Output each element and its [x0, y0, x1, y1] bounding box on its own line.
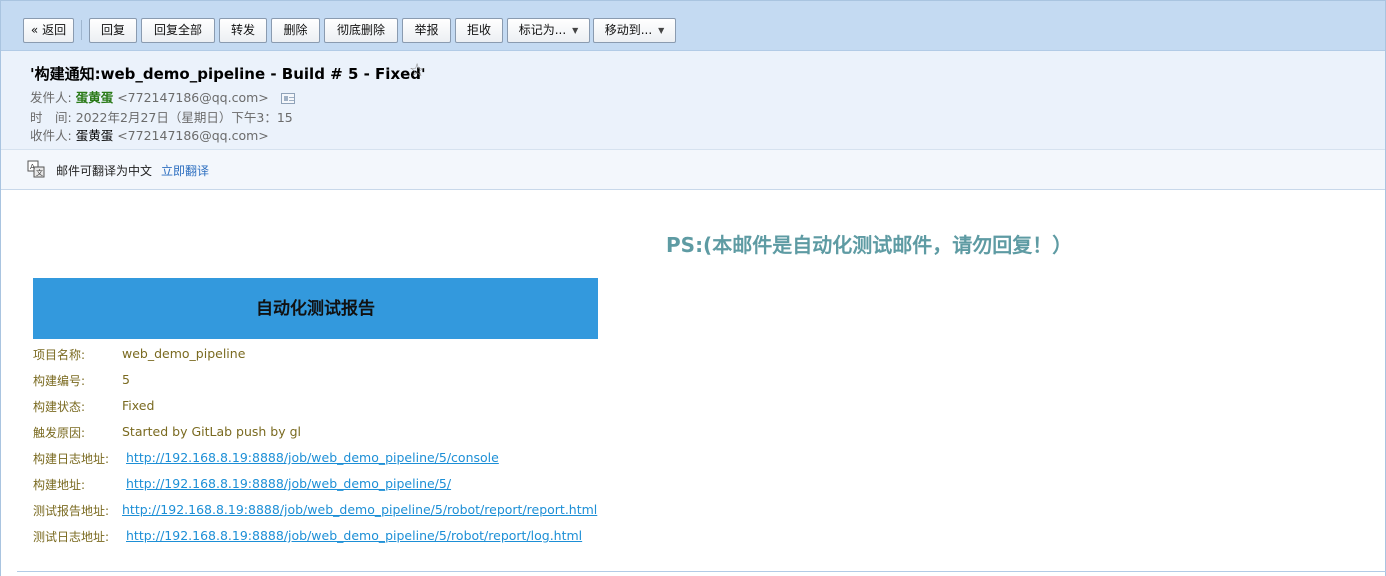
row-key: 测试日志地址:: [33, 530, 110, 544]
mail-subject: '构建通知:web_demo_pipeline - Build # 5 - Fi…: [30, 65, 426, 83]
row-key: 测试报告地址:: [33, 504, 110, 518]
row-value: Started by GitLab push by gl: [122, 424, 302, 439]
sender-label: 发件人:: [30, 90, 72, 105]
svg-text:A: A: [30, 163, 35, 171]
report-title: 自动化测试报告: [33, 278, 598, 339]
translate-hint: 邮件可翻译为中文: [56, 164, 153, 178]
toolbar: « 返回 回复 回复全部 转发 删除 彻底删除 举报 拒收 标记为... ▼ 移动…: [1, 1, 1385, 51]
row-value: Fixed: [122, 398, 155, 413]
ps-notice: PS:(本邮件是自动化测试邮件，请勿回复！）: [666, 233, 1073, 257]
build-url-link[interactable]: http://192.168.8.19:8888/job/web_demo_pi…: [126, 476, 451, 491]
time-value: 2022年2月27日（星期日）下午3：15: [75, 110, 293, 125]
mark-as-dropdown[interactable]: 标记为... ▼: [507, 18, 590, 43]
move-to-label: 移动到...: [604, 23, 653, 37]
reject-button[interactable]: 拒收: [455, 18, 503, 43]
chevron-down-icon: ▼: [572, 26, 579, 35]
test-report-link[interactable]: http://192.168.8.19:8888/job/web_demo_pi…: [122, 502, 597, 517]
row-key: 构建状态:: [33, 400, 86, 414]
mark-as-label: 标记为...: [518, 23, 567, 37]
translate-bar: A 文 邮件可翻译为中文 立即翻译: [1, 149, 1385, 190]
row-key: 构建编号:: [33, 374, 86, 388]
sender-row: 发件人: 蛋黄蛋 <772147186@qq.com>: [30, 87, 295, 106]
row-key: 构建地址:: [33, 478, 86, 492]
time-row: 时 间: 2022年2月27日（星期日）下午3：15: [30, 107, 293, 126]
translate-now-link[interactable]: 立即翻译: [161, 162, 209, 179]
divider: [17, 571, 1386, 572]
reply-all-button[interactable]: 回复全部: [141, 18, 215, 43]
recipient-name[interactable]: 蛋黄蛋: [76, 128, 114, 143]
recipient-address: <772147186@qq.com>: [117, 128, 269, 143]
row-value: 5: [122, 372, 130, 387]
star-icon[interactable]: ☆: [409, 60, 425, 81]
build-log-link[interactable]: http://192.168.8.19:8888/job/web_demo_pi…: [126, 450, 499, 465]
row-key: 触发原因:: [33, 426, 86, 440]
chevron-down-icon: ▼: [658, 26, 665, 35]
forward-button[interactable]: 转发: [219, 18, 267, 43]
test-log-link[interactable]: http://192.168.8.19:8888/job/web_demo_pi…: [126, 528, 582, 543]
sender-name[interactable]: 蛋黄蛋: [76, 90, 114, 105]
mail-window: « 返回 回复 回复全部 转发 删除 彻底删除 举报 拒收 标记为... ▼ 移动…: [0, 0, 1386, 576]
toolbar-separator: [81, 20, 82, 40]
recipient-row: 收件人: 蛋黄蛋 <772147186@qq.com>: [30, 125, 269, 144]
back-button[interactable]: « 返回: [23, 18, 74, 43]
contact-card-icon[interactable]: [280, 93, 295, 104]
row-value: web_demo_pipeline: [122, 346, 246, 361]
delete-forever-button[interactable]: 彻底删除: [324, 18, 398, 43]
row-key: 项目名称:: [33, 348, 86, 362]
row-key: 构建日志地址:: [33, 452, 110, 466]
report-spam-button[interactable]: 举报: [402, 18, 451, 43]
recipient-label: 收件人:: [30, 128, 72, 143]
translate-icon: A 文: [27, 160, 45, 178]
time-label: 时 间:: [30, 110, 72, 125]
sender-address: <772147186@qq.com>: [117, 90, 269, 105]
move-to-dropdown[interactable]: 移动到... ▼: [593, 18, 676, 43]
svg-text:文: 文: [36, 168, 43, 177]
delete-button[interactable]: 删除: [271, 18, 320, 43]
reply-button[interactable]: 回复: [89, 18, 137, 43]
